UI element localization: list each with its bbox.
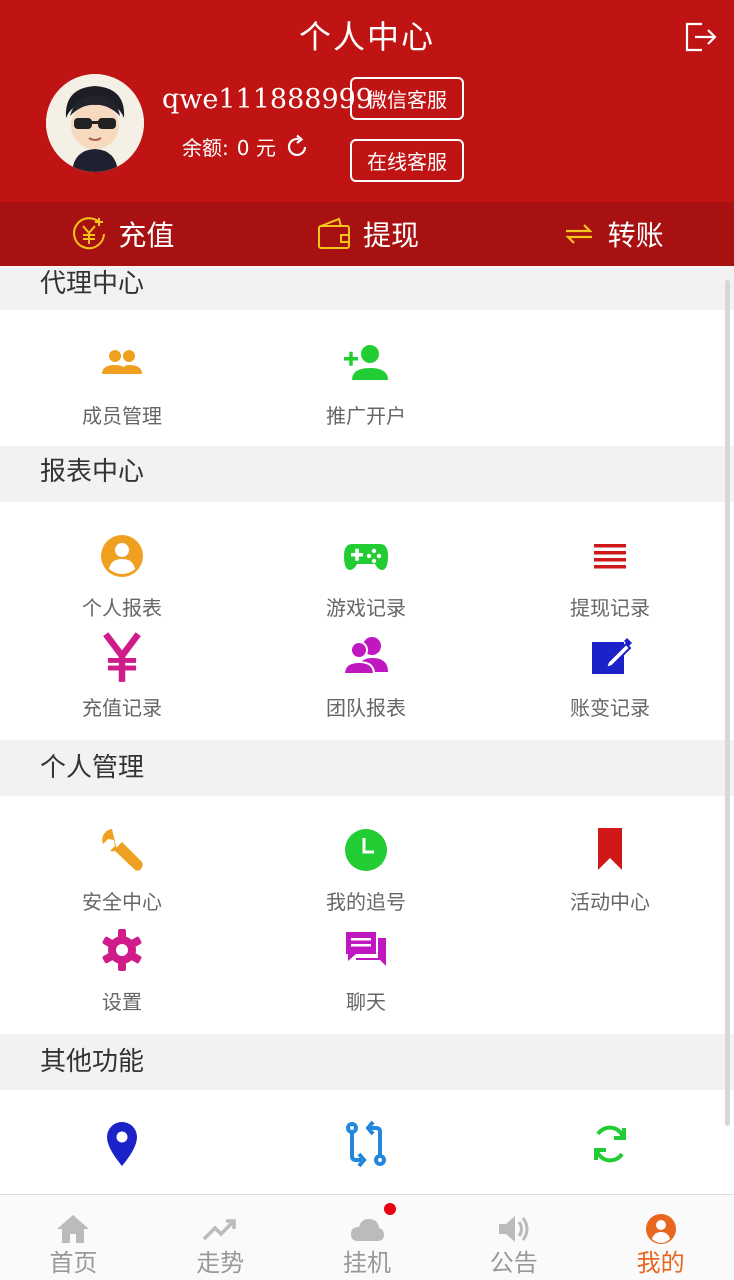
- game-record-item[interactable]: 游戏记录: [244, 502, 488, 626]
- other-item-refresh[interactable]: [488, 1090, 732, 1194]
- balance-row: 余额: 0 元: [182, 132, 310, 161]
- settings-item[interactable]: 设置: [0, 920, 244, 1044]
- section-report-title: 报表中心: [0, 446, 734, 502]
- transfer-icon: [565, 224, 593, 244]
- avatar[interactable]: [46, 74, 144, 172]
- online-service-button[interactable]: 在线客服: [350, 139, 464, 182]
- yen-icon: [103, 632, 141, 682]
- yuan-circle-icon: [73, 217, 106, 250]
- user-circle-icon: [101, 535, 143, 577]
- chat-label: 聊天: [346, 990, 386, 1014]
- menu-content[interactable]: 代理中心 成员管理 推广开户 报表中心 个人报表 游戏记录 提现记录 充值记录 …: [0, 266, 734, 1194]
- section-report-grid: 个人报表 游戏记录 提现记录 充值记录 团队报表 账变记录: [0, 502, 734, 750]
- recharge-label: 充值: [118, 219, 175, 252]
- tab-mine[interactable]: 我的: [587, 1195, 734, 1280]
- game-record-label: 游戏记录: [326, 596, 406, 620]
- team-icon: [342, 637, 388, 675]
- tab-notice[interactable]: 公告: [440, 1195, 587, 1280]
- transfer-button[interactable]: 转账: [489, 202, 734, 266]
- switch-lines-icon: [346, 1120, 386, 1168]
- gamepad-icon: [344, 544, 388, 570]
- action-bar: 充值 提现 转账: [0, 202, 734, 266]
- security-center-item[interactable]: 安全中心: [0, 796, 244, 920]
- refresh-arrows-icon: [594, 1125, 626, 1163]
- balance-change-record-label: 账变记录: [570, 696, 650, 720]
- location-pin-icon: [107, 1122, 137, 1166]
- tab-mine-label: 我的: [636, 1249, 685, 1277]
- section-personal-grid: 安全中心 我的追号 活动中心 设置 聊天: [0, 796, 734, 1044]
- withdraw-button[interactable]: 提现: [245, 202, 490, 266]
- home-icon: [57, 1215, 90, 1243]
- security-center-label: 安全中心: [82, 890, 162, 914]
- refresh-balance-icon[interactable]: [284, 134, 310, 160]
- other-item-switch[interactable]: [244, 1090, 488, 1194]
- tab-auto-bet[interactable]: 挂机: [294, 1195, 441, 1280]
- personal-report-item[interactable]: 个人报表: [0, 502, 244, 626]
- gear-icon: [102, 929, 142, 971]
- recharge-button[interactable]: 充值: [0, 202, 245, 266]
- personal-report-label: 个人报表: [82, 596, 162, 620]
- member-management-item[interactable]: 成员管理: [0, 310, 244, 434]
- tab-trend-label: 走势: [196, 1249, 245, 1277]
- clock-icon: [345, 829, 387, 871]
- tab-trend[interactable]: 走势: [147, 1195, 294, 1280]
- balance-label: 余额:: [182, 136, 229, 160]
- list-lines-icon: [594, 544, 626, 569]
- transfer-label: 转账: [607, 219, 664, 252]
- recharge-record-item[interactable]: 充值记录: [0, 626, 244, 750]
- wrench-icon: [102, 829, 143, 871]
- edit-icon: [592, 638, 632, 674]
- tab-auto-bet-label: 挂机: [342, 1249, 391, 1277]
- tab-home-label: 首页: [49, 1249, 98, 1277]
- profile-icon: [645, 1214, 676, 1244]
- scrollbar[interactable]: [725, 280, 730, 1126]
- add-user-icon: [344, 345, 388, 380]
- settings-label: 设置: [102, 990, 142, 1014]
- trend-icon: [202, 1219, 236, 1241]
- username: qwe111888999: [162, 84, 373, 115]
- balance-value: 0 元: [236, 136, 276, 160]
- bookmark-icon: [598, 828, 622, 870]
- notification-badge: [383, 1203, 396, 1215]
- withdraw-record-item[interactable]: 提现记录: [488, 502, 732, 626]
- avatar-cartoon-icon: [46, 74, 144, 172]
- section-agent-grid: 成员管理 推广开户: [0, 310, 734, 434]
- team-report-label: 团队报表: [326, 696, 406, 720]
- speaker-icon: [498, 1216, 529, 1242]
- my-chase-number-item[interactable]: 我的追号: [244, 796, 488, 920]
- recharge-record-label: 充值记录: [82, 696, 162, 720]
- profile-header: 个人中心 qwe111888999 余额: 0 元 微信客服 在线客服: [0, 0, 734, 202]
- section-other-grid: [0, 1090, 734, 1194]
- promote-account-label: 推广开户: [326, 404, 406, 428]
- section-agent-title: 代理中心: [0, 266, 734, 310]
- page-title: 个人中心: [298, 18, 435, 56]
- withdraw-label: 提现: [363, 219, 420, 252]
- balance-change-record-item[interactable]: 账变记录: [488, 626, 732, 750]
- members-icon: [102, 350, 142, 374]
- wallet-icon: [318, 217, 350, 249]
- activity-center-item[interactable]: 活动中心: [488, 796, 732, 920]
- chat-item[interactable]: 聊天: [244, 920, 488, 1044]
- cloud-icon: [350, 1219, 384, 1241]
- other-item-location[interactable]: [0, 1090, 244, 1194]
- bottom-tab-bar: 首页 走势 挂机 公告 我的: [0, 1194, 734, 1280]
- chat-icon: [346, 932, 386, 966]
- my-chase-number-label: 我的追号: [326, 890, 406, 914]
- team-report-item[interactable]: 团队报表: [244, 626, 488, 750]
- logout-icon[interactable]: [682, 20, 718, 54]
- promote-account-item[interactable]: 推广开户: [244, 310, 488, 434]
- withdraw-record-label: 提现记录: [570, 596, 650, 620]
- member-management-label: 成员管理: [82, 404, 162, 428]
- tab-notice-label: 公告: [489, 1249, 538, 1277]
- wechat-service-button[interactable]: 微信客服: [350, 77, 464, 120]
- activity-center-label: 活动中心: [570, 890, 650, 914]
- tab-home[interactable]: 首页: [0, 1195, 147, 1280]
